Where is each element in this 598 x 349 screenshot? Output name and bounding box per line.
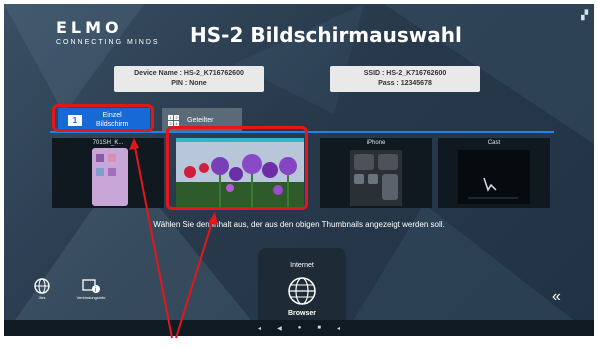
screenshot-stage: ELMO CONNECTING MINDS HS-2 Bildschirmaus… xyxy=(0,0,598,349)
annotation-arrows xyxy=(129,138,218,339)
